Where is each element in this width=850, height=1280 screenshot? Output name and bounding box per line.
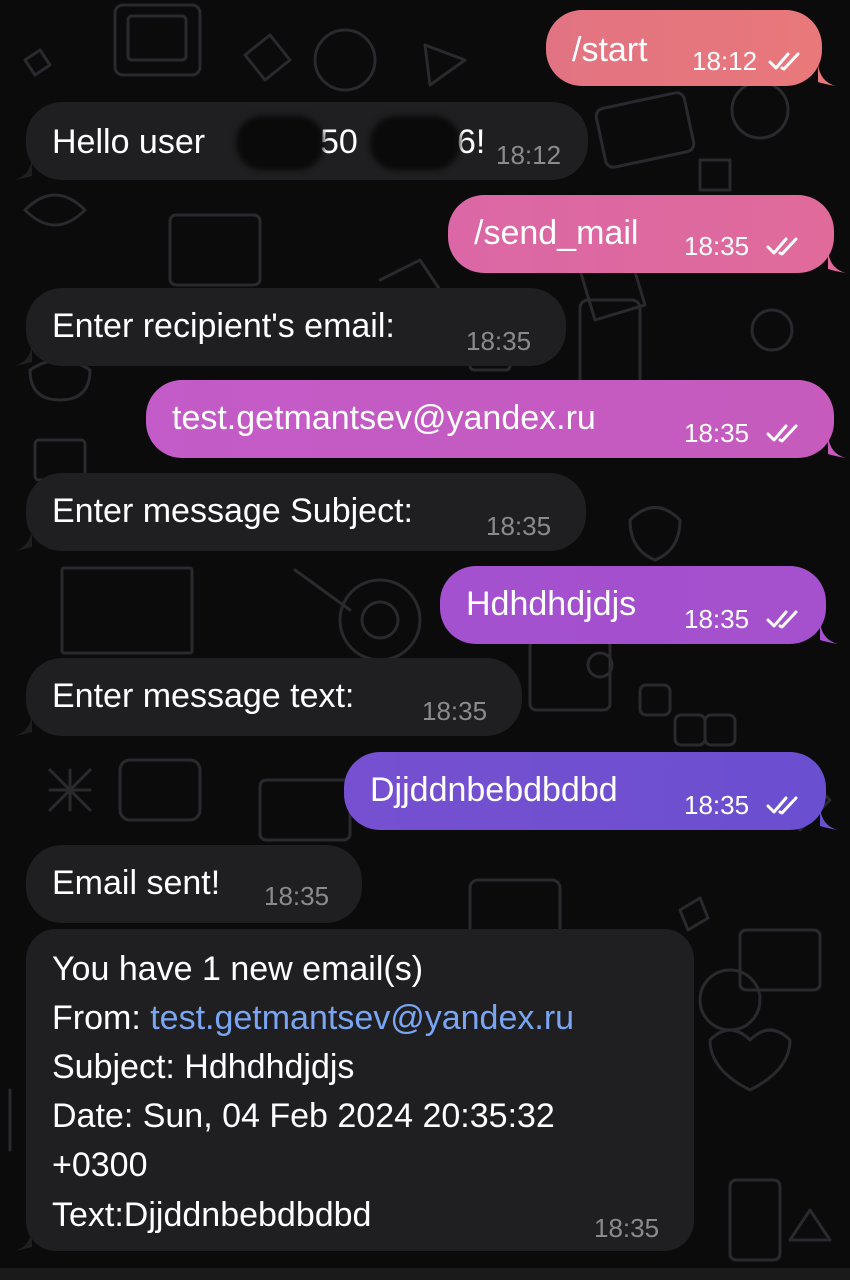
message-time: 18:35 — [486, 511, 552, 541]
incoming-message[interactable]: Enter message text: 18:35 — [26, 658, 522, 736]
message-text: test.getmantsev@yandex.ru — [172, 399, 596, 437]
message-text: Hello user — [52, 123, 206, 161]
redacted-area — [236, 116, 324, 170]
bubble-tail — [14, 344, 32, 366]
message-time: 18:35 — [264, 881, 330, 911]
double-check-icon — [766, 424, 798, 443]
incoming-message[interactable]: Enter message Subject: 18:35 — [26, 473, 586, 551]
outgoing-message[interactable]: Djjddnbebdbdbd 18:35 — [344, 752, 826, 830]
email-timezone-text: +0300 — [52, 1146, 148, 1184]
double-check-icon — [768, 52, 800, 71]
outgoing-message[interactable]: /start 18:12 — [546, 10, 822, 86]
outgoing-message[interactable]: /send_mail 18:35 — [448, 195, 834, 273]
bubble-tail — [14, 714, 32, 736]
bubble-tail — [820, 808, 838, 830]
input-bar-edge — [0, 1268, 850, 1280]
message-time: 18:35 — [422, 696, 488, 726]
message-time: 18:35 — [594, 1213, 660, 1243]
bubble-tail — [14, 1229, 32, 1251]
message-time: 18:35 — [684, 790, 750, 820]
message-text-fragment: 50 — [320, 123, 358, 161]
bubble-tail — [14, 158, 32, 180]
message-text: Hdhdhdjdjs — [466, 585, 637, 623]
message-text: Enter message text: — [52, 677, 355, 715]
email-notification-message[interactable]: You have 1 new email(s) From: test.getma… — [26, 929, 694, 1251]
message-text-fragment: 6! — [457, 123, 486, 161]
message-time: 18:12 — [692, 46, 758, 76]
incoming-message[interactable]: Email sent! 18:35 — [26, 845, 362, 923]
message-time: 18:12 — [496, 140, 562, 170]
bubble-tail — [828, 251, 846, 273]
bubble-tail — [14, 529, 32, 551]
email-subject-text: Subject: Hdhdhdjdjs — [52, 1048, 355, 1086]
message-text: Enter recipient's email: — [52, 307, 395, 345]
chat-area: /start 18:12 Hello user 50 6! 18:12 /sen… — [0, 0, 850, 1280]
email-from-label: From: — [52, 999, 151, 1037]
message-text: Email sent! — [52, 864, 221, 902]
incoming-message[interactable]: Enter recipient's email: 18:35 — [26, 288, 566, 366]
double-check-icon — [766, 796, 798, 815]
bubble-tail — [828, 436, 846, 458]
email-count-text: You have 1 new email(s) — [52, 950, 424, 988]
email-date-text: Date: Sun, 04 Feb 2024 20:35:32 — [52, 1097, 555, 1135]
message-text: /send_mail — [474, 214, 639, 252]
bubble-tail — [820, 622, 838, 644]
email-body-text: Text:Djjddnbebdbdbd — [52, 1196, 372, 1234]
message-text: /start — [572, 31, 648, 69]
double-check-icon — [766, 610, 798, 629]
message-text: Enter message Subject: — [52, 492, 413, 530]
outgoing-message[interactable]: test.getmantsev@yandex.ru 18:35 — [146, 380, 834, 458]
email-from-line: From: test.getmantsev@yandex.ru — [52, 998, 574, 1038]
message-time: 18:35 — [684, 231, 750, 261]
incoming-message[interactable]: Hello user 50 6! 18:12 — [26, 102, 588, 180]
message-time: 18:35 — [684, 604, 750, 634]
double-check-icon — [766, 237, 798, 256]
message-time: 18:35 — [466, 326, 532, 356]
outgoing-message[interactable]: Hdhdhdjdjs 18:35 — [440, 566, 826, 644]
redacted-area — [370, 116, 460, 170]
message-time: 18:35 — [684, 418, 750, 448]
email-from-link[interactable]: test.getmantsev@yandex.ru — [150, 999, 574, 1037]
bubble-tail — [818, 64, 836, 86]
message-text: Djjddnbebdbdbd — [370, 771, 618, 809]
